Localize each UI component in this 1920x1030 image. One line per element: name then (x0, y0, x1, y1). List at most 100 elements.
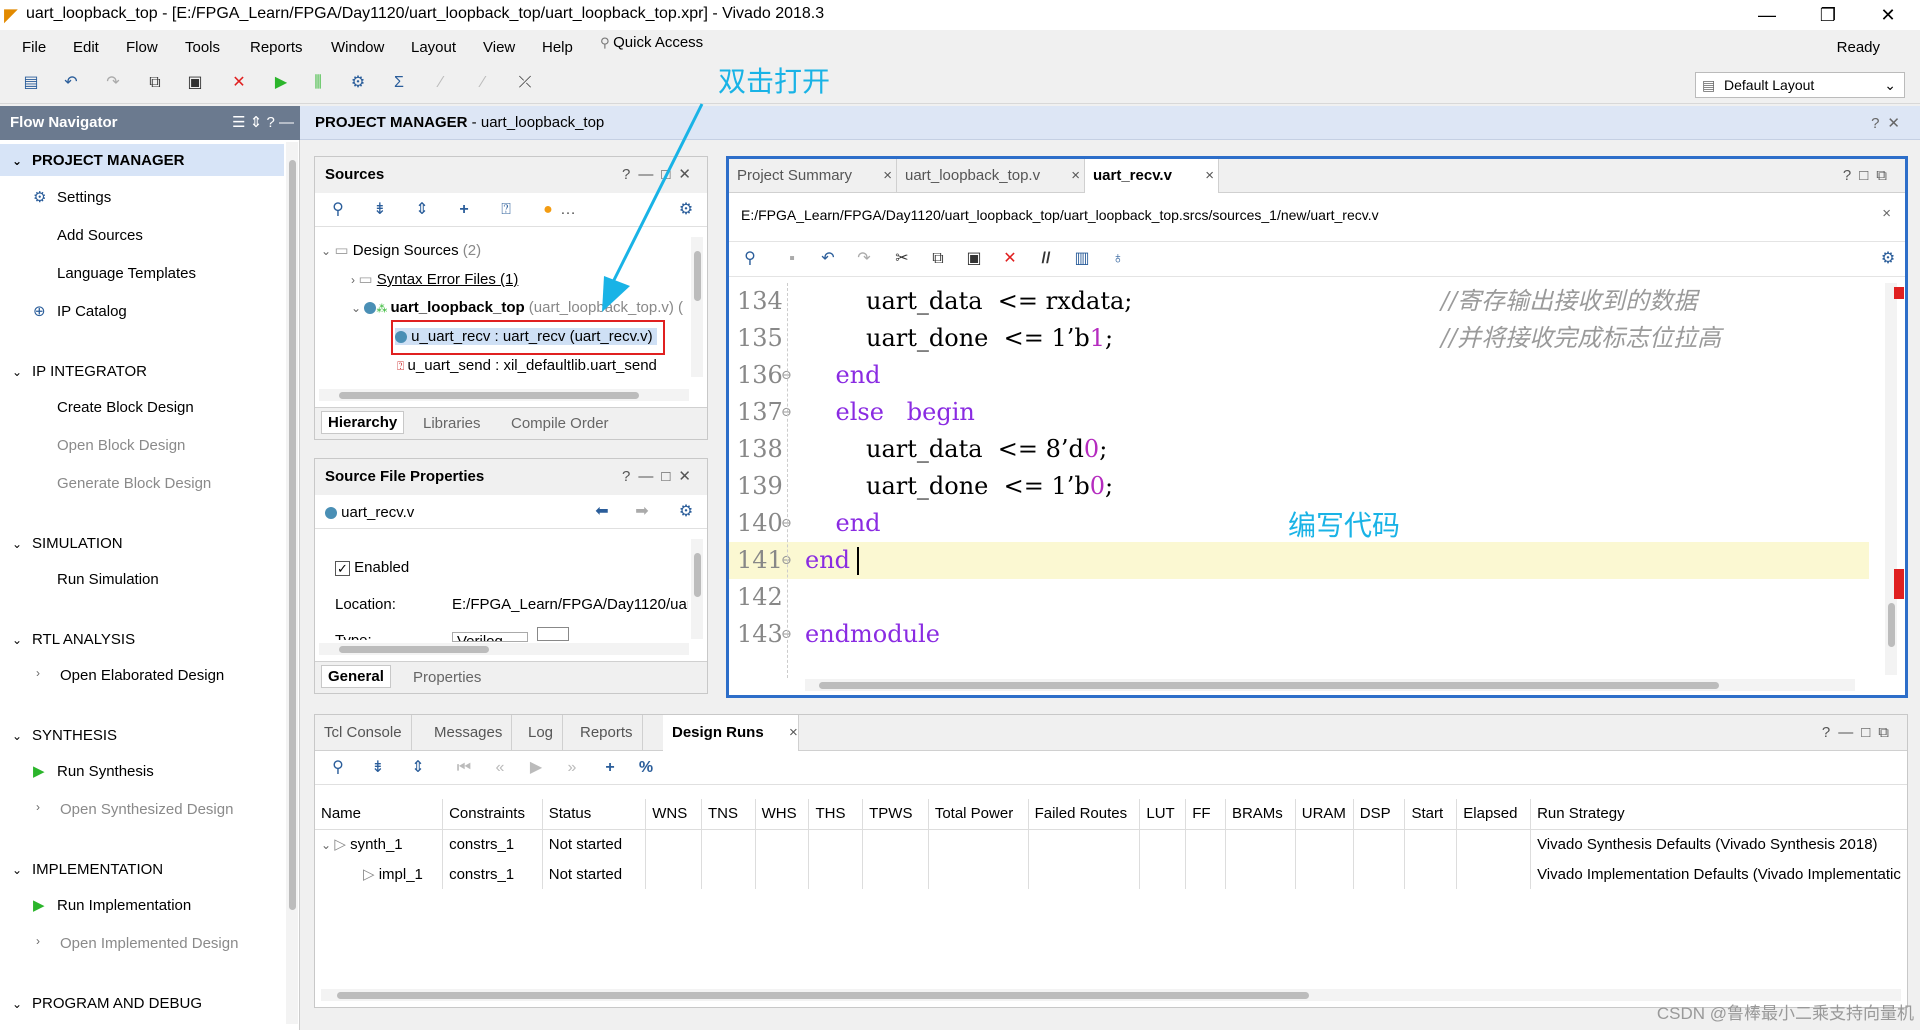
back-arrow-icon[interactable]: ⬅ (589, 501, 615, 525)
menu-file[interactable]: File (22, 39, 46, 56)
run-icon[interactable]: ▶ (268, 72, 294, 96)
col-total-power[interactable]: Total Power (928, 799, 1029, 830)
nav-open-synthesized-design[interactable]: › Open Synthesized Design (36, 800, 233, 818)
editor-vscroll[interactable] (1885, 283, 1897, 675)
redo-icon[interactable]: ↷ (851, 248, 877, 272)
tree-uart-send[interactable]: ⍰ u_uart_send : xil_defaultlib.uart_send (397, 357, 657, 374)
col-tns[interactable]: TNS (701, 799, 756, 830)
section-synthesis[interactable]: ⌄ SYNTHESIS (12, 727, 117, 744)
menu-help[interactable]: Help (542, 39, 573, 56)
tab-compile-order[interactable]: Compile Order (511, 415, 609, 432)
nav-settings[interactable]: ⚙ Settings (33, 189, 111, 206)
type-value[interactable]: Verilog (452, 632, 528, 642)
program-icon[interactable]: ⫼ (305, 72, 331, 96)
sum-icon[interactable]: Σ (386, 72, 412, 96)
percent-icon[interactable]: % (633, 757, 659, 781)
close-icon[interactable]: × (1071, 159, 1080, 193)
undo-icon[interactable]: ↶ (815, 248, 841, 272)
nav-create-block-design[interactable]: Create Block Design (57, 399, 194, 416)
scroll-thumb[interactable] (339, 646, 489, 653)
close-icon[interactable]: × (789, 724, 798, 741)
col-lut[interactable]: LUT (1139, 799, 1187, 830)
close-icon[interactable]: × (1205, 159, 1214, 193)
code-area[interactable]: 134 uart_data <= rxdata; //寄存输出接收到的数据 13… (729, 283, 1869, 678)
nav-language-templates[interactable]: Language Templates (57, 265, 196, 282)
tool-disabled-1-icon[interactable]: ⁄ (428, 72, 454, 96)
scroll-thumb[interactable] (289, 160, 296, 910)
col-failed-routes[interactable]: Failed Routes (1028, 799, 1141, 830)
open-project-icon[interactable]: ▤ (18, 72, 44, 96)
col-brams[interactable]: BRAMs (1225, 799, 1296, 830)
layout-select[interactable]: ▤ Default Layout ⌄ (1695, 72, 1905, 98)
nav-ip-catalog[interactable]: ⊕ IP Catalog (33, 303, 127, 320)
section-ip-integrator[interactable]: ⌄ IP INTEGRATOR (12, 363, 147, 380)
tab-log[interactable]: Log (519, 715, 564, 751)
nav-run-simulation[interactable]: Run Simulation (57, 571, 159, 588)
nav-open-elaborated-design[interactable]: › Open Elaborated Design (36, 666, 224, 684)
section-project-manager[interactable]: ⌄ PROJECT MANAGER (12, 152, 185, 169)
props-hscroll[interactable] (319, 643, 689, 655)
tab-reports[interactable]: Reports (571, 715, 643, 751)
props-vscroll[interactable] (691, 539, 703, 639)
editor-hscroll[interactable] (805, 679, 1855, 691)
minimize-button[interactable]: — (1747, 2, 1787, 28)
section-simulation[interactable]: ⌄ SIMULATION (12, 535, 123, 552)
more-icon[interactable]: … (555, 199, 581, 223)
undo-icon[interactable]: ↶ (58, 72, 84, 96)
col-run-strategy[interactable]: Run Strategy (1530, 799, 1907, 830)
menu-flow[interactable]: Flow (126, 39, 158, 56)
col-dsp[interactable]: DSP (1353, 799, 1406, 830)
section-implementation[interactable]: ⌄ IMPLEMENTATION (12, 861, 163, 878)
col-ff[interactable]: FF (1185, 799, 1226, 830)
delete-icon[interactable]: ✕ (997, 248, 1023, 272)
enabled-checkbox[interactable]: ✓ Enabled (335, 559, 409, 576)
menu-tools[interactable]: Tools (185, 39, 220, 56)
nav-generate-block-design[interactable]: Generate Block Design (57, 475, 211, 492)
scroll-thumb[interactable] (337, 992, 1309, 999)
col-tpws[interactable]: TPWS (862, 799, 929, 830)
sources-hscroll[interactable] (319, 389, 689, 401)
close-button[interactable]: ✕ (1868, 2, 1908, 28)
tab-properties[interactable]: Properties (413, 669, 481, 686)
scroll-thumb[interactable] (819, 682, 1719, 689)
menu-layout[interactable]: Layout (411, 39, 456, 56)
previous-icon[interactable]: « (487, 757, 513, 781)
nav-open-block-design[interactable]: Open Block Design (57, 437, 185, 454)
col-status[interactable]: Status (542, 799, 647, 830)
paste-icon[interactable]: ▣ (182, 72, 208, 96)
tab-hierarchy[interactable]: Hierarchy (321, 411, 405, 434)
nav-run-synthesis[interactable]: ▶ Run Synthesis (33, 763, 154, 780)
tab-uart-recv[interactable]: uart_recv.v × (1085, 159, 1219, 193)
settings-gear-icon[interactable]: ⚙ (345, 72, 371, 96)
menu-view[interactable]: View (483, 39, 515, 56)
nav-add-sources[interactable]: Add Sources (57, 227, 143, 244)
expand-all-icon[interactable]: ⇕ (405, 757, 431, 781)
tab-libraries[interactable]: Libraries (423, 415, 481, 432)
search-icon[interactable]: ⚲ (737, 248, 763, 272)
col-elapsed[interactable]: Elapsed (1456, 799, 1532, 830)
gear-icon[interactable]: ⚙ (673, 501, 699, 525)
close-icon[interactable]: × (883, 159, 892, 193)
bulb-icon[interactable]: ♁ (1105, 248, 1131, 272)
error-marker[interactable] (1894, 287, 1904, 299)
panel-controls-icon[interactable]: ?—□⧉ (1822, 724, 1897, 741)
table-row[interactable]: ▷ impl_1 constrs_1 Not started Vivado Im… (315, 859, 1907, 889)
menu-window[interactable]: Window (331, 39, 384, 56)
col-start[interactable]: Start (1404, 799, 1458, 830)
tree-syntax-error-files[interactable]: › ▭ Syntax Error Files (1) (351, 270, 518, 288)
nav-run-implementation[interactable]: ▶ Run Implementation (33, 897, 191, 914)
tab-messages[interactable]: Messages (425, 715, 513, 751)
gear-icon[interactable]: ⚙ (1875, 248, 1901, 272)
comment-icon[interactable]: // (1033, 248, 1059, 272)
save-icon[interactable]: ▪ (779, 248, 805, 272)
tab-project-summary[interactable]: Project Summary × (729, 159, 897, 193)
close-path-icon[interactable]: × (1882, 205, 1891, 222)
help-close-icon[interactable]: ?✕ (1871, 114, 1908, 132)
maximize-button[interactable]: ❐ (1808, 2, 1848, 28)
paste-icon[interactable]: ▣ (961, 248, 987, 272)
first-icon[interactable]: ⏮ (451, 757, 477, 781)
redo-icon[interactable]: ↷ (100, 72, 126, 96)
cut-icon[interactable]: ✂ (889, 248, 915, 272)
copy-icon[interactable]: ⧉ (142, 72, 168, 96)
quick-access-field[interactable]: ⚲ Quick Access (600, 34, 730, 60)
